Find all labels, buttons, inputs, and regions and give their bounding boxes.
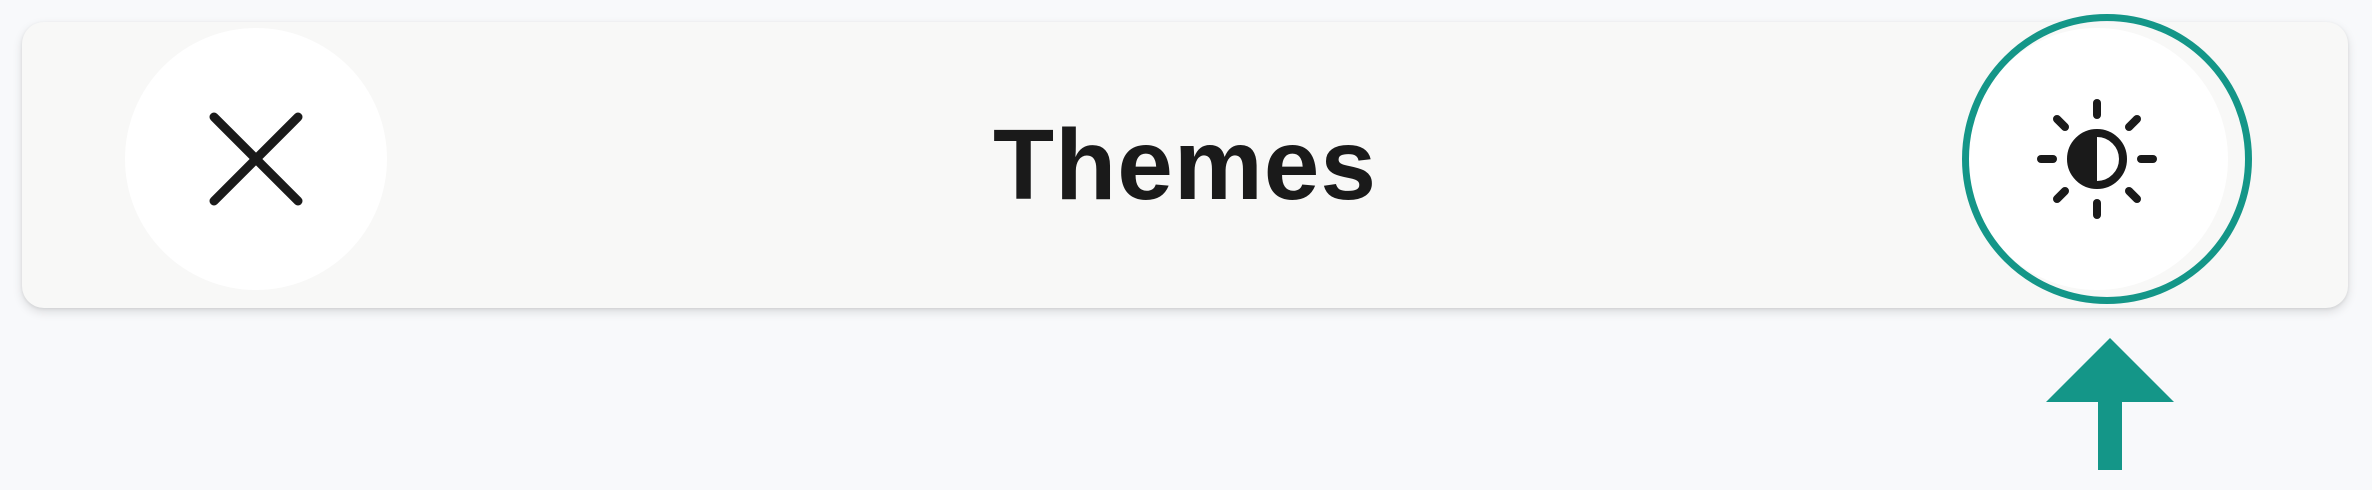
close-button[interactable] (125, 28, 387, 290)
header-bar: Themes (22, 22, 2348, 308)
close-icon (209, 112, 303, 206)
theme-toggle-button[interactable] (1966, 28, 2228, 290)
arrow-up-icon (2046, 338, 2174, 470)
contrast-brightness-icon (2037, 99, 2157, 219)
